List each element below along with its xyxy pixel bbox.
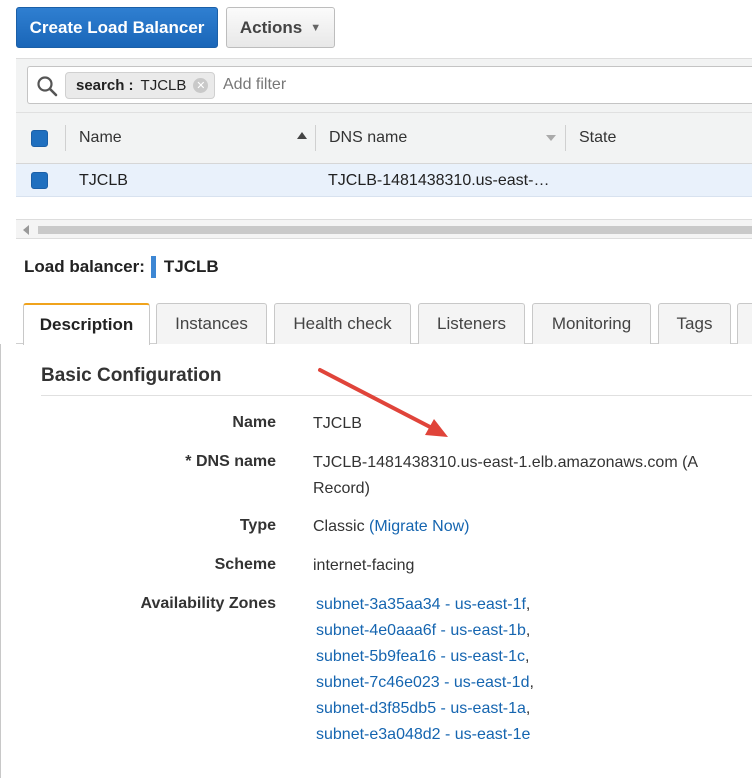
annotation-arrow-icon xyxy=(318,368,448,437)
